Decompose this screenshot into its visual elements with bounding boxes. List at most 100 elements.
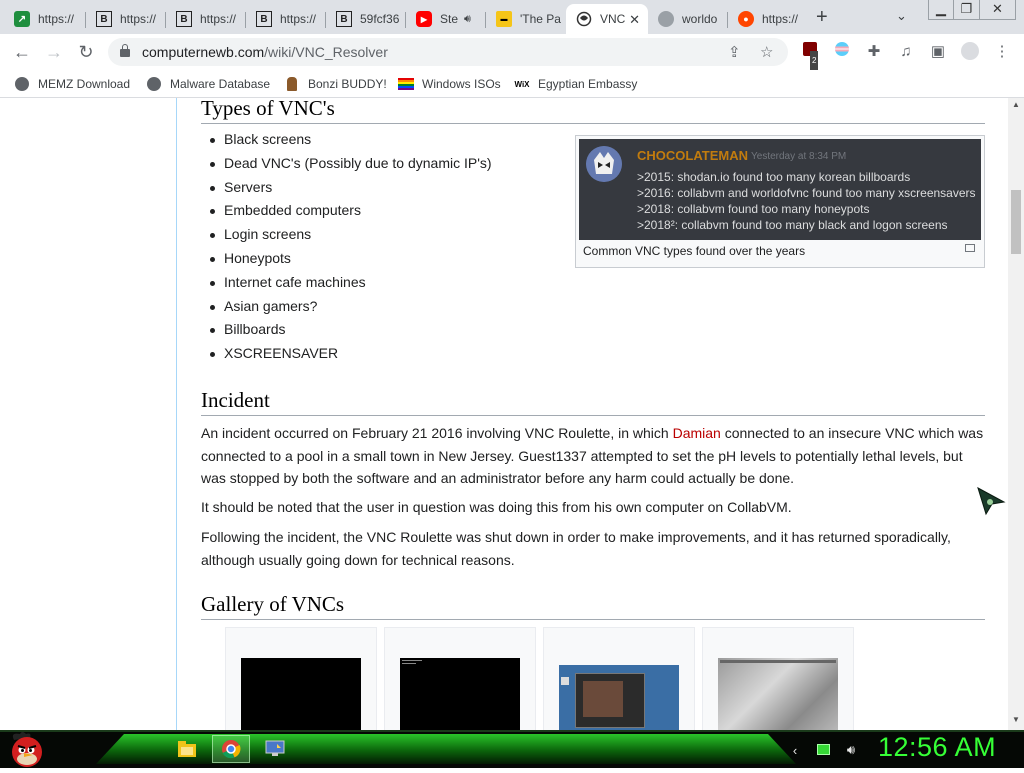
imdb-icon: ▬ bbox=[496, 11, 512, 27]
bookmark-malware-db[interactable]: Malware Database bbox=[146, 75, 270, 93]
bookmark-label: Bonzi BUDDY! bbox=[308, 77, 387, 91]
side-panel-icon[interactable]: ▣ bbox=[928, 42, 948, 62]
gallery-item-terminal[interactable] bbox=[384, 627, 536, 730]
tab-title: 59fcf36 bbox=[360, 12, 400, 26]
list-item: Honeypots bbox=[210, 247, 492, 271]
gallery-item-black-screen[interactable] bbox=[225, 627, 377, 730]
bookmark-bonzi[interactable]: Bonzi BUDDY! bbox=[284, 75, 387, 93]
section-heading-types: Types of VNC's bbox=[201, 98, 985, 124]
avatar bbox=[586, 146, 622, 182]
taskbar: ‹ 🔊︎ 12:56 AM bbox=[0, 730, 1024, 768]
new-tab-button[interactable]: + bbox=[816, 6, 828, 29]
chrome-icon[interactable] bbox=[212, 735, 250, 763]
bookmark-egyptian-embassy[interactable]: WiX Egyptian Embassy bbox=[514, 75, 637, 93]
chat-username: CHOCOLATEMAN bbox=[637, 148, 748, 163]
address-bar[interactable]: computernewb.com/wiki/VNC_Resolver ⇪ ☆ bbox=[108, 38, 788, 66]
damian-link[interactable]: Damian bbox=[673, 425, 721, 441]
media-controls-icon[interactable]: ♫ bbox=[896, 42, 916, 62]
list-item: Asian gamers? bbox=[210, 295, 492, 319]
close-window-button[interactable]: ✕ bbox=[980, 0, 1016, 20]
gallery-image[interactable] bbox=[559, 665, 679, 730]
tab-title: https:// bbox=[120, 12, 157, 26]
tab-4[interactable]: B https:// bbox=[246, 4, 326, 34]
lock-icon[interactable] bbox=[120, 44, 130, 57]
chat-line: >2016: collabvm and worldofvnc found too… bbox=[637, 186, 976, 200]
bookmark-windows-isos[interactable]: Windows ISOs bbox=[398, 75, 501, 93]
mouse-cursor-icon bbox=[976, 486, 1006, 516]
taskbar-clock[interactable]: 12:56 AM bbox=[878, 732, 996, 763]
display-settings-icon[interactable] bbox=[256, 735, 294, 763]
profile-avatar-icon[interactable] bbox=[960, 42, 980, 62]
bookmark-star-icon[interactable]: ☆ bbox=[760, 43, 773, 61]
tab-9[interactable]: worldo bbox=[648, 4, 728, 34]
share-icon[interactable]: ⇪ bbox=[728, 43, 741, 61]
vnc-types-list: Black screens Dead VNC's (Possibly due t… bbox=[210, 128, 492, 366]
list-item: Billboards bbox=[210, 318, 492, 342]
speaker-icon[interactable]: 🔊︎ bbox=[464, 13, 471, 26]
gallery-image[interactable] bbox=[400, 658, 520, 730]
tab-7[interactable]: ▬ 'The Pa bbox=[486, 4, 566, 34]
bonzi-icon bbox=[284, 76, 300, 92]
reload-icon[interactable]: ↻ bbox=[74, 40, 98, 64]
bookmarks-bar: MEMZ Download Malware Database Bonzi BUD… bbox=[0, 70, 1024, 98]
list-item: Embedded computers bbox=[210, 199, 492, 223]
tab-title: https:// bbox=[280, 12, 317, 26]
network-icon[interactable] bbox=[814, 743, 832, 758]
gallery-image[interactable] bbox=[718, 658, 838, 730]
list-item: Black screens bbox=[210, 128, 492, 152]
section-heading-gallery: Gallery of VNCs bbox=[201, 592, 985, 620]
menu-kebab-icon[interactable]: ⋮ bbox=[992, 42, 1012, 62]
thumbnail-box: CHOCOLATEMAN Yesterday at 8:34 PM >2015:… bbox=[575, 135, 985, 268]
chat-line: >2015: shodan.io found too many korean b… bbox=[637, 170, 911, 184]
bookmark-memz[interactable]: MEMZ Download bbox=[14, 75, 130, 93]
close-tab-icon[interactable]: ✕ bbox=[629, 12, 640, 28]
ublock-icon[interactable]: 2 bbox=[800, 42, 820, 71]
restore-button[interactable]: ❐ bbox=[954, 0, 980, 20]
url-text[interactable]: computernewb.com/wiki/VNC_Resolver bbox=[142, 44, 388, 60]
discord-screenshot-image[interactable]: CHOCOLATEMAN Yesterday at 8:34 PM >2015:… bbox=[579, 139, 981, 240]
tab-8-active[interactable]: VNC ✕ bbox=[566, 4, 648, 34]
vertical-scrollbar[interactable]: ▲ ▼ bbox=[1008, 98, 1024, 730]
tab-title: 'The Pa bbox=[520, 12, 561, 26]
list-item: Dead VNC's (Possibly due to dynamic IP's… bbox=[210, 152, 492, 176]
forward-arrow-icon[interactable]: → bbox=[42, 40, 66, 64]
gallery-item-desktop[interactable] bbox=[543, 627, 695, 730]
rainbow-flag-icon bbox=[398, 76, 414, 92]
minimize-button[interactable]: ▁ bbox=[928, 0, 954, 20]
volume-icon[interactable]: 🔊︎ bbox=[842, 742, 860, 758]
green-arrow-icon: ↗ bbox=[14, 11, 30, 27]
extension-flag-icon[interactable] bbox=[832, 42, 852, 62]
show-hidden-icons-chevron-icon[interactable]: ‹ bbox=[786, 743, 804, 758]
incident-paragraph-3: Following the incident, the VNC Roulette… bbox=[201, 529, 951, 568]
tab-3[interactable]: B https:// bbox=[166, 4, 246, 34]
tab-title: https:// bbox=[762, 12, 799, 26]
extensions-puzzle-icon[interactable]: ✚ bbox=[864, 42, 884, 62]
scroll-up-arrow-icon[interactable]: ▲ bbox=[1012, 100, 1020, 109]
tab-search-chevron-icon[interactable]: ⌄ bbox=[896, 8, 907, 24]
tab-10[interactable]: ● https:// bbox=[728, 4, 808, 34]
url-path: /wiki/VNC_Resolver bbox=[264, 44, 388, 60]
globe-icon bbox=[658, 11, 674, 27]
tab-title: https:// bbox=[38, 12, 75, 26]
b-icon: B bbox=[176, 11, 192, 27]
tab-2[interactable]: B https:// bbox=[86, 4, 166, 34]
list-item: Servers bbox=[210, 176, 492, 200]
enlarge-icon[interactable] bbox=[965, 244, 975, 252]
tab-5[interactable]: B 59fcf36 bbox=[326, 4, 406, 34]
scrollbar-thumb[interactable] bbox=[1011, 190, 1021, 254]
b-icon: B bbox=[336, 11, 352, 27]
tab-title: worldo bbox=[682, 12, 718, 26]
tab-6[interactable]: ▶ Ste 🔊︎ bbox=[406, 4, 486, 34]
b-icon: B bbox=[256, 11, 272, 27]
back-arrow-icon[interactable]: ← bbox=[10, 40, 34, 64]
gallery-image[interactable] bbox=[241, 658, 361, 730]
incident-paragraph-1: An incident occurred on February 21 2016… bbox=[201, 425, 984, 486]
chat-line: >2018: collabvm found too many honeypots bbox=[637, 202, 870, 216]
file-explorer-icon[interactable] bbox=[168, 735, 206, 763]
browser-toolbar: ← → ↻ computernewb.com/wiki/VNC_Resolver… bbox=[0, 34, 1024, 71]
scroll-down-arrow-icon[interactable]: ▼ bbox=[1012, 715, 1020, 724]
tab-1[interactable]: ↗ https:// bbox=[4, 4, 86, 34]
tab-title: https:// bbox=[200, 12, 237, 26]
start-angry-bird-icon[interactable] bbox=[8, 728, 46, 768]
gallery-item-screensaver[interactable] bbox=[702, 627, 854, 730]
